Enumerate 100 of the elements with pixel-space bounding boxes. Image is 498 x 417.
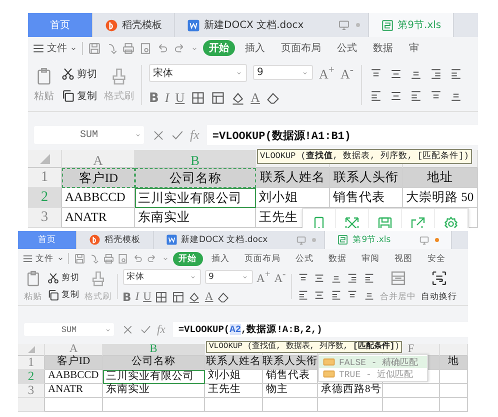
menu-tab[interactable]: 公式 xyxy=(331,40,363,56)
italic-button[interactable]: I xyxy=(135,291,140,303)
align-icon[interactable] xyxy=(346,272,359,284)
tab[interactable]: 第9节.xls xyxy=(368,13,454,37)
paste-button[interactable]: 粘贴 xyxy=(34,67,54,103)
menu-tab[interactable]: 开始 xyxy=(172,252,202,266)
border-icon[interactable] xyxy=(155,290,168,304)
copy-button[interactable]: 复制 xyxy=(47,289,80,302)
tab[interactable]: 稻壳模板 xyxy=(77,231,154,249)
autocomplete-item[interactable]: FALSE - 精确匹配 xyxy=(319,356,427,368)
column-header[interactable]: B xyxy=(135,150,256,168)
menu-tab[interactable]: 审 xyxy=(403,40,425,56)
eraser-icon[interactable] xyxy=(217,290,230,304)
column-header[interactable]: A xyxy=(62,150,135,168)
align-icon[interactable] xyxy=(448,67,462,81)
row-header[interactable]: 1 xyxy=(18,356,45,370)
tab[interactable]: 新建DOCX 文档.docx xyxy=(175,13,369,37)
format-painter-button[interactable]: 格式刷 xyxy=(84,270,112,303)
print-preview-icon[interactable] xyxy=(117,252,128,264)
font-field[interactable]: 宋体 xyxy=(122,269,200,285)
print-icon[interactable] xyxy=(122,42,135,54)
fullscreen-icon[interactable] xyxy=(344,216,360,228)
monitor-icon[interactable] xyxy=(296,234,306,246)
menu-tab[interactable]: 开始 xyxy=(203,40,235,56)
autocomplete-item[interactable]: TRUE - 近似匹配 xyxy=(319,368,427,380)
shrink-font-button[interactable]: A$^{-}$ xyxy=(274,269,286,285)
formula-field[interactable]: =VLOOKUP(数据源!A1:B1) xyxy=(207,125,478,145)
align-icon[interactable] xyxy=(388,89,402,103)
italic-button[interactable]: I xyxy=(164,90,170,106)
bold-button[interactable]: B xyxy=(122,290,132,304)
font-size-field[interactable]: 9 xyxy=(204,270,252,284)
menu-tab[interactable]: 数据 xyxy=(322,252,352,266)
tab[interactable]: 首页 xyxy=(18,231,77,249)
font-color-button[interactable]: A xyxy=(250,90,260,106)
eraser-icon[interactable] xyxy=(266,91,280,106)
shrink-font-button[interactable]: A$^{-}$ xyxy=(340,64,354,82)
save-icon[interactable] xyxy=(88,42,101,54)
print-icon[interactable] xyxy=(102,252,114,264)
fill-color-icon[interactable] xyxy=(188,290,201,304)
menu-tab[interactable]: 插入 xyxy=(206,252,236,266)
save-icon[interactable] xyxy=(74,252,85,264)
align-icon[interactable] xyxy=(388,67,402,81)
menu-tab[interactable]: 安全 xyxy=(422,252,452,266)
align-icon[interactable] xyxy=(408,89,422,103)
tab[interactable]: 第9节.xls xyxy=(325,231,452,249)
column-header[interactable]: B xyxy=(103,344,205,356)
bold-button[interactable]: B xyxy=(149,90,159,106)
formula-field[interactable]: =VLOOKUP(A2,数据源!A:B,2,) xyxy=(173,322,468,337)
cut-button[interactable]: 剪切 xyxy=(47,272,80,284)
align-icon[interactable] xyxy=(368,89,382,103)
menu-tab[interactable]: 插入 xyxy=(239,40,271,56)
undo-icon[interactable] xyxy=(156,42,169,54)
insert-function-button[interactable]: fx xyxy=(157,324,166,336)
share-icon[interactable] xyxy=(410,216,426,228)
monitor-icon[interactable] xyxy=(418,234,430,246)
fill-color-icon[interactable] xyxy=(230,91,245,106)
paste-button[interactable]: 粘贴 xyxy=(24,270,42,303)
row-header[interactable]: 1 xyxy=(28,168,62,188)
menu-tab[interactable]: 页面布局 xyxy=(275,40,327,56)
name-box[interactable]: SUM xyxy=(24,323,114,336)
row-header[interactable]: 2 xyxy=(18,370,45,384)
grow-font-button[interactable]: A$^{+}$ xyxy=(256,269,270,285)
wrap-text-button[interactable]: 自动换行 xyxy=(421,270,458,303)
cancel-icon[interactable] xyxy=(152,128,165,142)
undo-icon[interactable] xyxy=(132,252,143,264)
print-preview-icon[interactable] xyxy=(139,42,152,54)
cut-button[interactable]: 剪切 xyxy=(61,67,97,81)
check-icon[interactable] xyxy=(140,324,151,336)
cell-style-icon[interactable] xyxy=(172,290,184,304)
align-icon[interactable] xyxy=(428,67,442,81)
redo-icon[interactable] xyxy=(146,252,158,264)
border-icon[interactable] xyxy=(190,91,205,106)
align-icon[interactable] xyxy=(296,289,310,302)
redo-icon[interactable] xyxy=(173,42,186,54)
insert-function-button[interactable]: fx xyxy=(190,127,200,143)
menu-tab[interactable]: 公式 xyxy=(290,252,320,266)
check-icon[interactable] xyxy=(171,128,184,142)
menu-icon[interactable] xyxy=(22,252,34,264)
underline-button[interactable]: U xyxy=(175,90,185,106)
file-menu[interactable]: 文件 xyxy=(47,41,67,55)
tab[interactable]: 首页 xyxy=(28,13,93,37)
cancel-icon[interactable] xyxy=(122,324,134,336)
menu-tab[interactable]: 页面布局 xyxy=(238,252,286,266)
font-field[interactable]: 宋体 xyxy=(149,64,247,82)
format-painter-button[interactable]: 格式刷 xyxy=(104,67,134,103)
tab[interactable]: 稻壳模板 xyxy=(93,13,175,37)
row-header[interactable]: 3 xyxy=(28,208,62,228)
font-size-field[interactable]: 9 xyxy=(253,65,313,80)
column-header[interactable]: A xyxy=(45,344,103,356)
cell-style-icon[interactable] xyxy=(210,91,225,106)
underline-button[interactable]: U xyxy=(143,291,152,303)
menu-tab[interactable]: 审阅 xyxy=(356,252,386,266)
align-icon[interactable] xyxy=(362,272,376,284)
menu-tab[interactable]: 数据 xyxy=(367,40,399,56)
file-menu[interactable]: 文件 xyxy=(36,252,54,264)
align-icon[interactable] xyxy=(313,272,326,284)
row-header[interactable]: 2 xyxy=(28,188,62,208)
copy-button[interactable]: 复制 xyxy=(61,89,97,103)
monitor-icon[interactable] xyxy=(338,19,350,31)
settings-icon[interactable] xyxy=(443,216,459,228)
